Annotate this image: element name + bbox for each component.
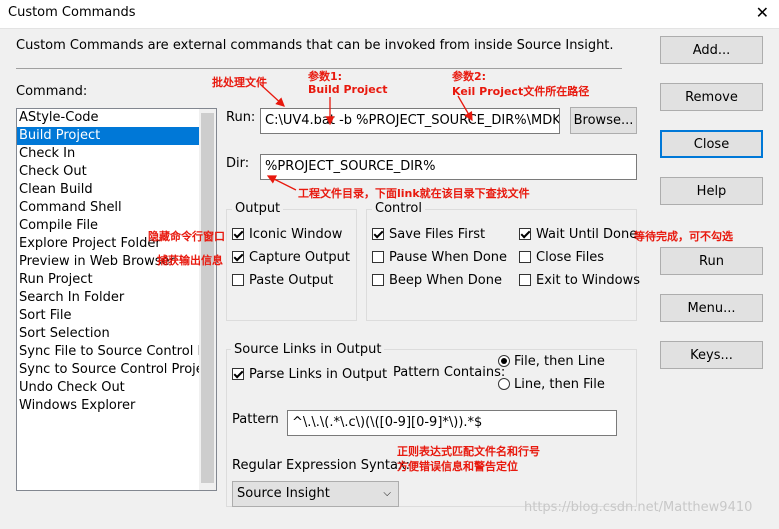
annotation-arrows	[259, 83, 473, 191]
watermark: https://blog.csdn.net/Matthew9410	[524, 500, 753, 515]
